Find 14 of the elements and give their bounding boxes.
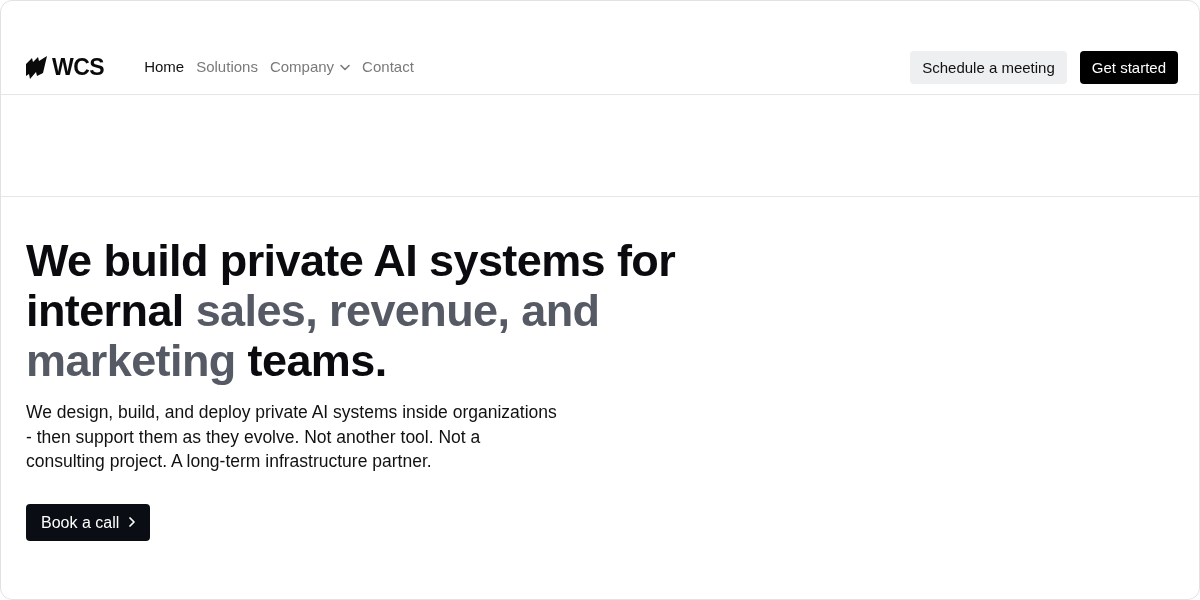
logo-icon — [26, 55, 47, 79]
hero-heading: We build private AI systems for internal sales, revenue, and marketing teams. — [26, 236, 677, 386]
logo-text: WCS — [52, 55, 105, 79]
get-started-button[interactable]: Get started — [1079, 50, 1178, 84]
chevron-down-icon — [340, 63, 351, 71]
book-call-button[interactable]: Book a call — [26, 503, 151, 541]
nav-link[interactable]: Home — [144, 55, 185, 79]
nav-link[interactable]: Contact — [362, 55, 414, 79]
nav-link[interactable]: Solutions — [196, 55, 258, 79]
logo[interactable]: WCS — [26, 55, 105, 79]
chevron-right-icon — [129, 517, 136, 527]
nav-dropdown[interactable]: Company — [269, 55, 351, 79]
schedule-meeting-button[interactable]: Schedule a meeting — [910, 50, 1067, 84]
hero-description: We design, build, and deploy private AI systems inside organizations - then support them as they evolve. Not another tool. Not a consulting project. A long-term infrastructure partner. — [26, 401, 558, 473]
